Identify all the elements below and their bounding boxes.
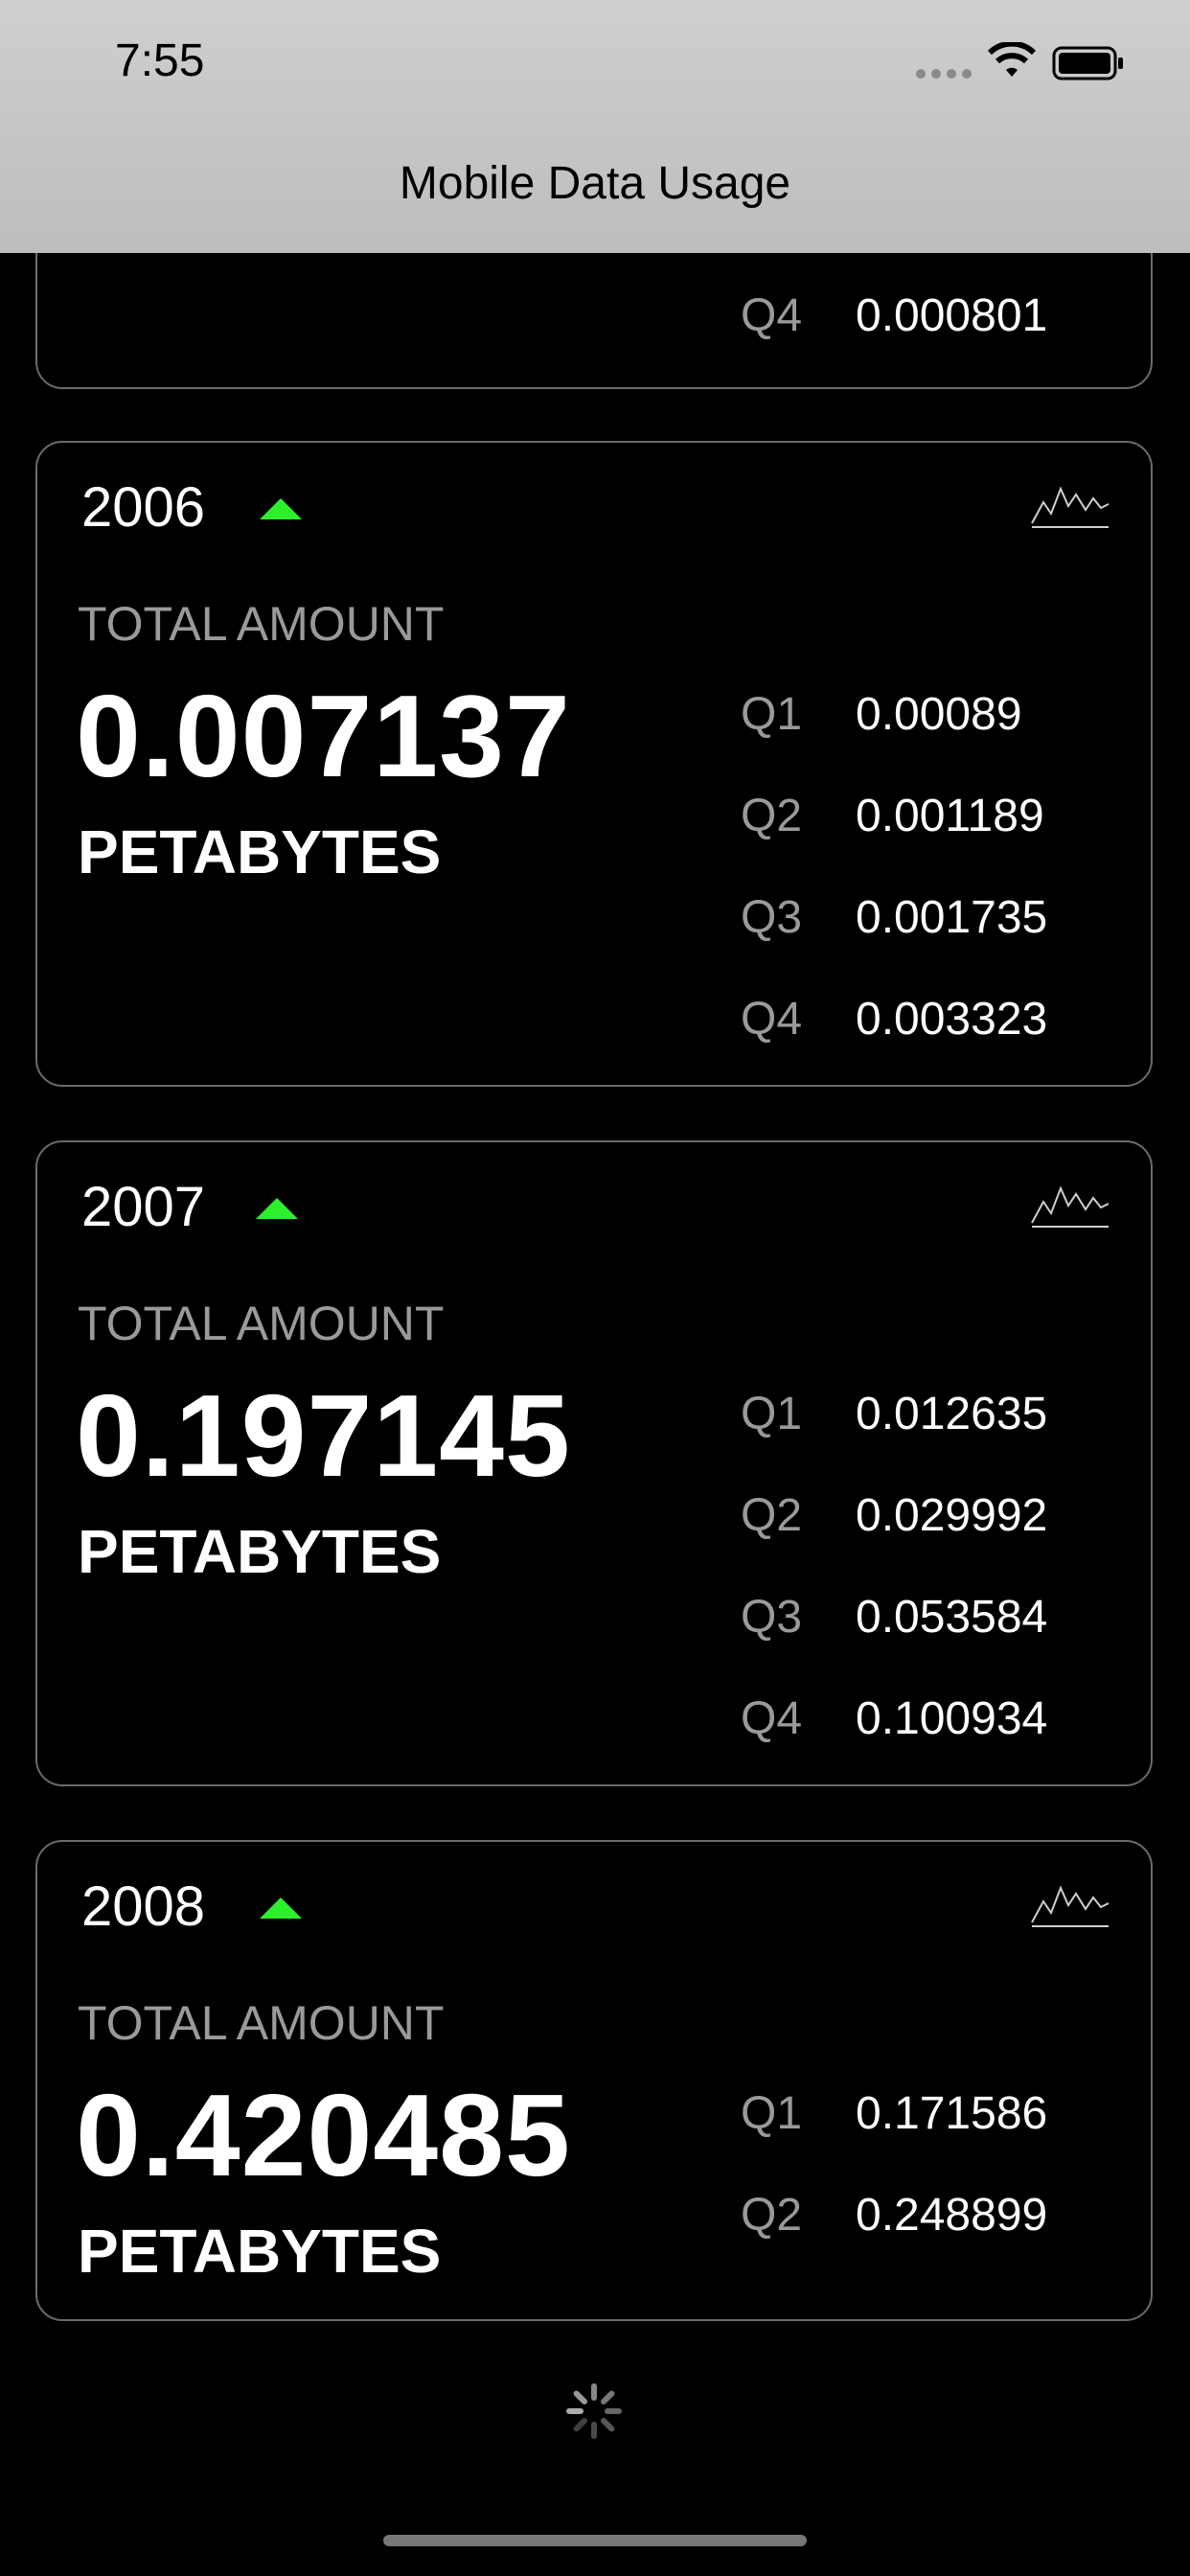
total-amount-value: 0.420485 — [76, 2070, 571, 2200]
quarter-label: Q4 — [741, 289, 803, 341]
quarter-label: Q1 — [741, 2087, 803, 2139]
trend-up-icon — [256, 1198, 298, 1219]
total-amount-label: TOTAL AMOUNT — [78, 1297, 445, 1350]
unit-label: PETABYTES — [78, 817, 442, 886]
quarter-value: 0.100934 — [856, 1692, 1048, 1744]
quarter-row: Q1 0.171586 — [741, 2080, 1047, 2147]
quarter-value: 0.171586 — [856, 2087, 1048, 2139]
total-amount-label: TOTAL AMOUNT — [78, 1996, 445, 2050]
quarter-row: Q4 0.003323 — [741, 985, 1047, 1052]
quarter-row: Q1 0.00089 — [741, 680, 1022, 748]
quarter-value: 0.000801 — [856, 289, 1048, 341]
quarter-row: Q3 0.053584 — [741, 1583, 1047, 1650]
quarter-value: 0.029992 — [856, 1489, 1048, 1541]
quarter-label: Q2 — [741, 2189, 803, 2241]
quarter-value: 0.001189 — [856, 790, 1044, 841]
year-label: 2008 — [81, 1875, 206, 1938]
chart-icon[interactable] — [1030, 1874, 1110, 1932]
quarter-label: Q4 — [741, 993, 803, 1045]
unit-label: PETABYTES — [78, 1517, 442, 1586]
trend-up-icon — [260, 1898, 302, 1919]
usage-card-2006[interactable]: 2006 TOTAL AMOUNT 0.007137 PETABYTES Q1 … — [35, 441, 1153, 1087]
quarter-row: Q1 0.012635 — [741, 1380, 1047, 1447]
quarter-value: 0.053584 — [856, 1591, 1048, 1643]
usage-card-2008[interactable]: 2008 TOTAL AMOUNT 0.420485 PETABYTES Q1 … — [35, 1840, 1153, 2321]
chart-icon[interactable] — [1030, 475, 1110, 533]
spinner-icon — [566, 2383, 622, 2439]
year-label: 2006 — [81, 476, 206, 539]
status-time: 7:55 — [115, 35, 205, 86]
battery-icon — [1052, 46, 1123, 80]
quarter-row: Q4 0.100934 — [741, 1685, 1047, 1752]
quarter-label: Q1 — [741, 1388, 803, 1439]
quarter-value: 0.00089 — [856, 688, 1022, 740]
total-amount-value: 0.007137 — [76, 671, 571, 801]
wifi-icon — [987, 42, 1037, 77]
year-label: 2007 — [81, 1176, 206, 1238]
navigation-bar: 7:55 Mobile Data Usage — [0, 0, 1190, 253]
quarter-value: 0.003323 — [856, 993, 1048, 1045]
total-amount-value: 0.197145 — [76, 1370, 571, 1501]
home-indicator[interactable] — [383, 2535, 807, 2546]
unit-label: PETABYTES — [78, 2217, 442, 2286]
quarter-row: Q3 0.001735 — [741, 884, 1047, 951]
usage-card-2007[interactable]: 2007 TOTAL AMOUNT 0.197145 PETABYTES Q1 … — [35, 1140, 1153, 1786]
quarter-row: Q2 0.001189 — [741, 782, 1044, 849]
quarter-label: Q2 — [741, 1489, 803, 1541]
quarter-row: Q2 0.029992 — [741, 1482, 1047, 1549]
quarter-value: 0.001735 — [856, 891, 1048, 943]
quarter-label: Q3 — [741, 1591, 803, 1643]
quarter-label: Q1 — [741, 688, 803, 740]
page-title: Mobile Data Usage — [399, 158, 791, 209]
quarter-label: Q4 — [741, 1692, 803, 1744]
trend-up-icon — [260, 498, 302, 519]
quarter-row: Q4 0.000801 — [741, 282, 1047, 349]
chart-icon[interactable] — [1030, 1175, 1110, 1232]
quarter-row: Q2 0.248899 — [741, 2181, 1047, 2248]
quarter-value: 0.012635 — [856, 1388, 1048, 1439]
quarter-label: Q2 — [741, 790, 803, 841]
total-amount-label: TOTAL AMOUNT — [78, 597, 445, 651]
quarter-value: 0.248899 — [856, 2189, 1048, 2241]
signal-icon — [916, 69, 972, 82]
quarter-label: Q3 — [741, 891, 803, 943]
